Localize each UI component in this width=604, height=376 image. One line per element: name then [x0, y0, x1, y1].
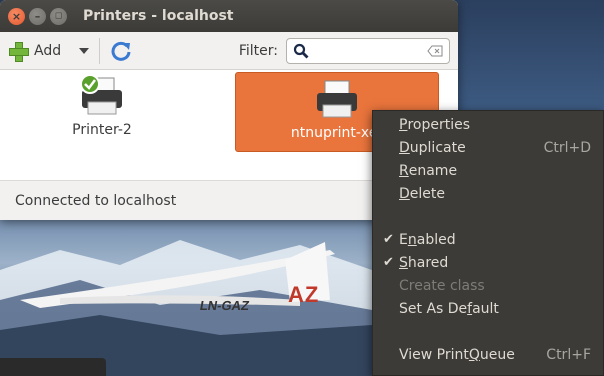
refresh-icon[interactable]	[110, 40, 132, 62]
checkmark-icon: ✔	[383, 232, 394, 247]
add-label: Add	[34, 42, 62, 59]
filter-input[interactable]	[315, 43, 427, 58]
filter-field[interactable]	[286, 37, 450, 64]
maximize-button[interactable]: ◻	[50, 7, 67, 25]
plus-icon	[8, 41, 29, 62]
checkmark-icon: ✔	[383, 255, 394, 270]
menu-item-enabled[interactable]: ✔ En abled	[373, 228, 603, 251]
minimize-button[interactable]: –	[29, 7, 46, 25]
filter-label: Filter:	[238, 42, 278, 59]
printer-label: Printer-2	[72, 122, 132, 138]
printer-item-printer-2[interactable]: Printer-2	[0, 70, 204, 150]
context-menu: Properties Duplicate Ctrl+D Rename Delete…	[372, 110, 604, 376]
menu-item-properties[interactable]: Properties	[373, 113, 603, 136]
search-icon	[293, 43, 309, 58]
add-button[interactable]: Add	[8, 41, 62, 62]
menu-item-delete[interactable]: Delete	[373, 182, 603, 205]
menu-item-create-class: Create class	[399, 277, 485, 294]
bottom-panel	[0, 358, 106, 376]
toolbar: Add Filter:	[0, 32, 458, 70]
menu-separator	[373, 320, 603, 343]
printer-icon	[80, 74, 122, 115]
glider-image	[20, 242, 335, 308]
window-title: Printers - localhost	[83, 8, 234, 24]
add-dropdown-arrow-icon[interactable]	[79, 47, 90, 54]
glider-tail-text: AZ	[288, 282, 320, 307]
menu-item-set-as-default[interactable]: Set As De f ault	[373, 297, 603, 320]
menu-item-view-print-queue[interactable]: View Print Queue Ctrl+F	[373, 343, 603, 366]
toolbar-separator	[99, 37, 101, 64]
close-button[interactable]: ×	[8, 7, 25, 25]
glider-registration: LN-GAZ	[198, 298, 251, 313]
close-icon: ×	[11, 9, 22, 23]
clear-icon[interactable]	[427, 45, 443, 57]
printer-icon	[317, 80, 357, 118]
status-text: Connected to localhost	[15, 192, 177, 209]
printer-label: ntnuprint-xer	[290, 125, 384, 141]
menu-item-rename[interactable]: Rename	[373, 159, 603, 182]
menu-item-shared[interactable]: ✔ Shared	[373, 251, 603, 274]
shortcut-label: Ctrl+F	[546, 346, 591, 363]
titlebar: × – ◻ Printers - localhost	[0, 0, 458, 32]
shortcut-label: Ctrl+D	[543, 139, 591, 156]
menu-separator	[373, 205, 603, 228]
menu-item-duplicate[interactable]: Duplicate Ctrl+D	[373, 136, 603, 159]
maximize-icon: ◻	[54, 11, 63, 21]
minimize-icon: –	[34, 9, 41, 23]
